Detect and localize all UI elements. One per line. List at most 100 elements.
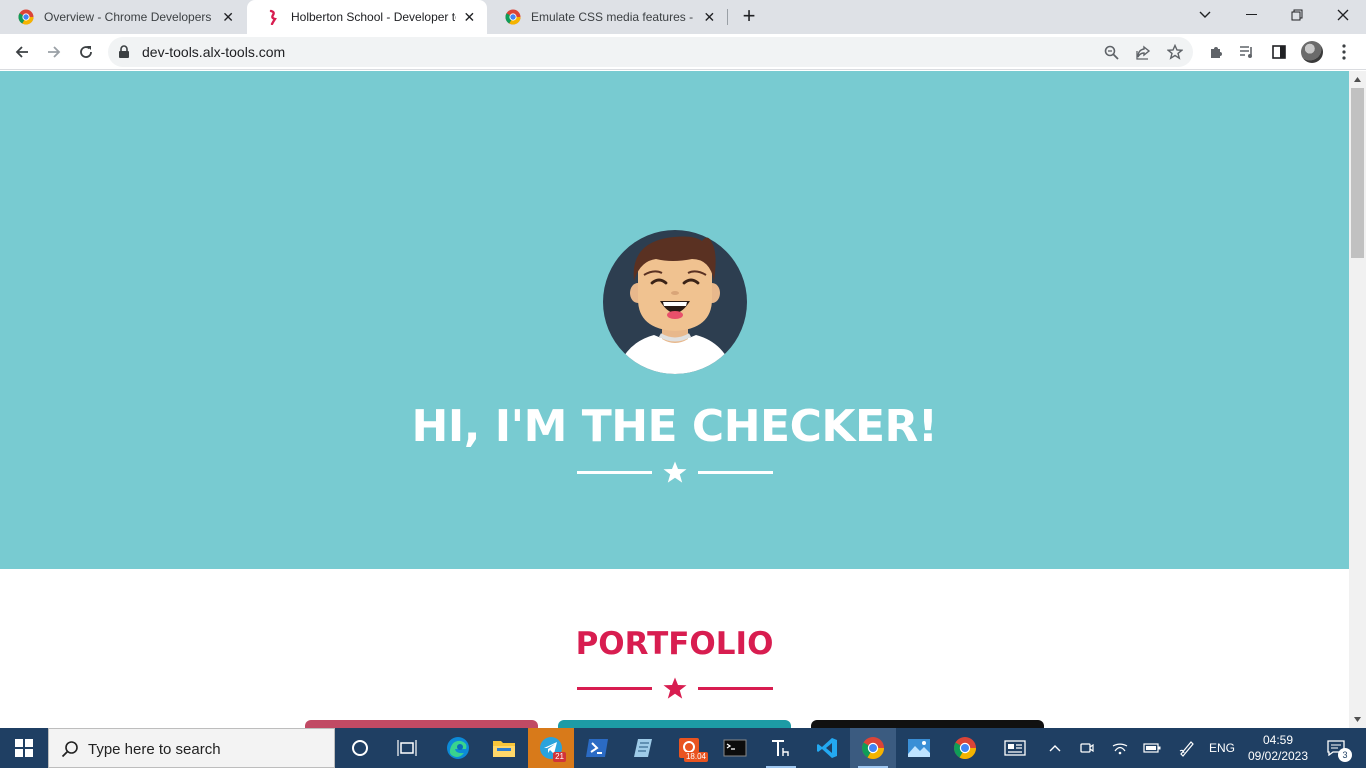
tab-title: Emulate CSS media features - Chrome Deve… bbox=[531, 10, 696, 24]
taskbar-app-chrome-profile[interactable] bbox=[942, 728, 988, 768]
taskbar-app-photos[interactable] bbox=[896, 728, 942, 768]
news-widget-button[interactable] bbox=[1000, 728, 1030, 768]
arrow-left-icon bbox=[15, 46, 28, 58]
close-window-button[interactable] bbox=[1320, 0, 1366, 30]
notification-center-button[interactable]: 3 bbox=[1316, 728, 1356, 768]
back-button[interactable] bbox=[8, 38, 36, 66]
holberton-icon bbox=[265, 9, 281, 25]
taskbar-app-edge[interactable] bbox=[435, 728, 481, 768]
playlist-icon bbox=[1240, 46, 1252, 58]
scroll-down-icon bbox=[1354, 717, 1361, 722]
taskbar-search-box[interactable]: Type here to search bbox=[48, 728, 335, 768]
portfolio-card[interactable] bbox=[811, 720, 1044, 728]
media-button[interactable] bbox=[1233, 38, 1261, 66]
battery-button[interactable] bbox=[1140, 728, 1164, 768]
chrome-icon bbox=[18, 9, 34, 25]
profile-avatar-illustration bbox=[602, 229, 748, 375]
cortana-circle-icon bbox=[352, 740, 368, 756]
chevron-up-icon bbox=[1049, 745, 1061, 752]
taskbar-app-powershell[interactable] bbox=[574, 728, 620, 768]
meet-now-button[interactable] bbox=[1076, 728, 1098, 768]
taskbar-app-notes[interactable] bbox=[620, 728, 666, 768]
search-placeholder: Type here to search bbox=[88, 741, 221, 758]
star-icon bbox=[663, 677, 687, 699]
address-bar[interactable]: dev-tools.alx-tools.com bbox=[108, 37, 1193, 67]
taskbar-app-telegram[interactable]: 21 bbox=[528, 728, 574, 768]
scroll-thumb[interactable] bbox=[1351, 88, 1364, 258]
taskbar-app-ubuntu[interactable]: 18.04 bbox=[666, 728, 712, 768]
tab-holberton[interactable]: Holberton School - Developer tools ✕ bbox=[247, 0, 487, 34]
taskbar-app-vscode[interactable] bbox=[804, 728, 850, 768]
notification-count: 3 bbox=[1338, 748, 1352, 762]
notes-icon bbox=[634, 739, 652, 757]
portfolio-divider bbox=[577, 677, 773, 699]
clock-date: 09/02/2023 bbox=[1247, 749, 1309, 763]
folder-icon bbox=[493, 741, 515, 757]
windows-taskbar: Type here to search 21 18.04 ENG 04:59 0… bbox=[0, 728, 1366, 768]
extensions-button[interactable] bbox=[1202, 38, 1230, 66]
pen-workspace-button[interactable] bbox=[1174, 728, 1200, 768]
tab-separator bbox=[727, 9, 728, 25]
tab-strip: Overview - Chrome Developers ✕ Holberton… bbox=[0, 0, 1366, 34]
new-tab-button[interactable]: + bbox=[737, 5, 761, 29]
taskbar-app-chrome[interactable] bbox=[850, 728, 896, 768]
hero-divider bbox=[577, 461, 773, 483]
portfolio-card[interactable] bbox=[558, 720, 791, 728]
system-clock[interactable]: 04:59 09/02/2023 bbox=[1244, 732, 1312, 764]
taskbar-app-file-explorer[interactable] bbox=[481, 728, 527, 768]
url-text: dev-tools.alx-tools.com bbox=[142, 44, 286, 60]
profile-avatar[interactable] bbox=[1301, 41, 1323, 63]
chevron-down-icon bbox=[1199, 11, 1211, 18]
arrow-right-icon bbox=[48, 46, 61, 58]
magnifier-icon bbox=[1104, 45, 1119, 60]
chrome-icon bbox=[862, 737, 884, 759]
close-icon[interactable]: ✕ bbox=[220, 9, 236, 25]
start-button[interactable] bbox=[0, 728, 48, 768]
minimize-button[interactable] bbox=[1228, 0, 1274, 30]
side-panel-icon bbox=[1272, 45, 1286, 59]
lock-icon bbox=[119, 45, 129, 58]
vscode-icon bbox=[817, 738, 837, 758]
taskbar-app-typora[interactable] bbox=[758, 728, 804, 768]
tab-search-button[interactable] bbox=[1182, 0, 1228, 30]
forward-button[interactable] bbox=[40, 38, 68, 66]
tab-title: Holberton School - Developer tools bbox=[291, 10, 456, 24]
input-language[interactable]: ENG bbox=[1209, 741, 1235, 755]
close-icon[interactable]: ✕ bbox=[462, 9, 477, 25]
tab-overview[interactable]: Overview - Chrome Developers ✕ bbox=[0, 0, 246, 34]
terminal-icon bbox=[723, 739, 747, 757]
portfolio-card[interactable] bbox=[305, 720, 538, 728]
cortana-button[interactable] bbox=[337, 728, 383, 768]
task-view-icon bbox=[397, 740, 417, 756]
minimize-icon bbox=[1245, 14, 1257, 15]
side-panel-button[interactable] bbox=[1265, 38, 1293, 66]
search-icon bbox=[61, 741, 78, 758]
photos-icon bbox=[908, 739, 930, 757]
version-badge: 18.04 bbox=[683, 752, 708, 762]
task-view-button[interactable] bbox=[384, 728, 430, 768]
star-outline-icon bbox=[1167, 44, 1183, 60]
zoom-button[interactable] bbox=[1098, 39, 1124, 65]
chrome-icon bbox=[505, 9, 521, 25]
camera-icon bbox=[1080, 743, 1094, 753]
star-icon bbox=[663, 461, 687, 483]
restore-button[interactable] bbox=[1274, 0, 1320, 30]
kebab-menu-icon bbox=[1342, 44, 1346, 60]
reload-button[interactable] bbox=[72, 38, 100, 66]
pen-icon bbox=[1179, 741, 1194, 757]
taskbar-app-terminal[interactable] bbox=[712, 728, 758, 768]
page-scrollbar[interactable] bbox=[1349, 71, 1366, 728]
hero-section: HI, I'M THE CHECKER! bbox=[0, 71, 1349, 569]
share-button[interactable] bbox=[1130, 39, 1156, 65]
network-button[interactable] bbox=[1108, 728, 1132, 768]
windows-logo-icon bbox=[15, 739, 33, 757]
share-icon bbox=[1136, 45, 1151, 60]
puzzle-icon bbox=[1211, 47, 1222, 58]
page-viewport: HI, I'M THE CHECKER! PORTFOLIO bbox=[0, 71, 1349, 728]
show-hidden-icons-button[interactable] bbox=[1044, 728, 1066, 768]
close-icon[interactable]: ✕ bbox=[702, 9, 717, 25]
news-icon bbox=[1004, 740, 1026, 756]
bookmark-button[interactable] bbox=[1162, 39, 1188, 65]
tab-emulate-css[interactable]: Emulate CSS media features - Chrome Deve… bbox=[487, 0, 727, 34]
chrome-menu-button[interactable] bbox=[1330, 38, 1358, 66]
